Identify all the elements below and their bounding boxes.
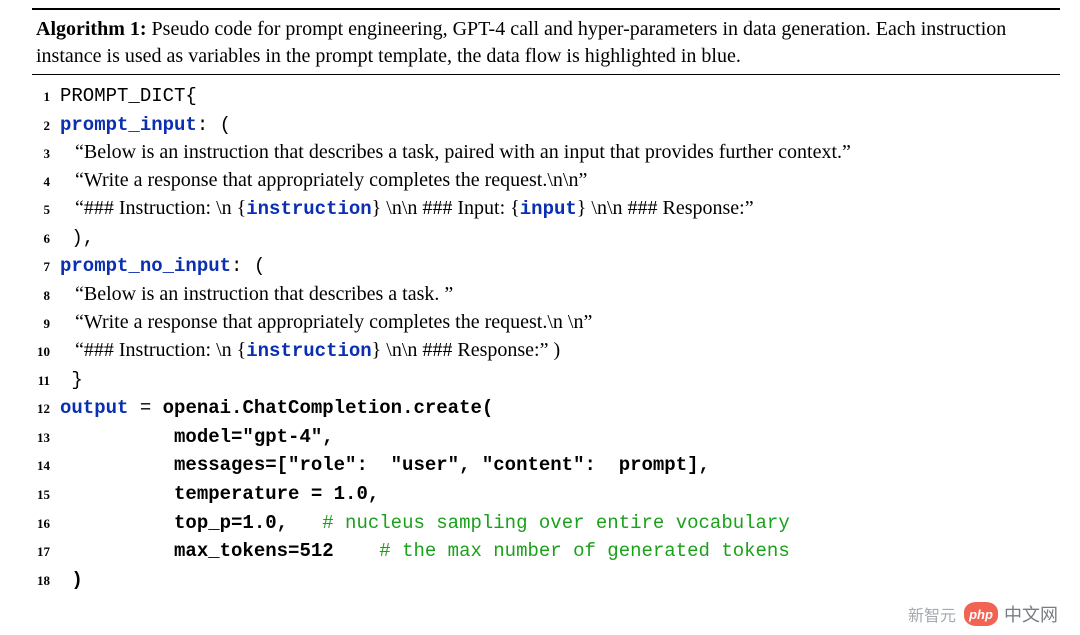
code: } — [60, 365, 1060, 394]
code-line: 16 top_p=1.0, # nucleus sampling over en… — [32, 508, 1060, 537]
line-number: 7 — [32, 258, 60, 276]
line-number: 3 — [32, 145, 60, 163]
code: “Below is an instruction that describes … — [60, 280, 1060, 308]
code-line: 5 “### Instruction: \n {instruction} \n\… — [32, 194, 1060, 223]
watermark: 新智元 php 中文网 — [908, 601, 1058, 627]
code: temperature = 1.0, — [60, 479, 1060, 508]
code: top_p=1.0, # nucleus sampling over entir… — [60, 508, 1060, 537]
algorithm-label: Algorithm 1: — [36, 18, 147, 40]
line-number: 1 — [32, 88, 60, 106]
code-line: 9 “Write a response that appropriately c… — [32, 308, 1060, 336]
code: ) — [60, 565, 1060, 594]
code-line: 12 output = openai.ChatCompletion.create… — [32, 393, 1060, 422]
line-number: 8 — [32, 287, 60, 305]
code: “Below is an instruction that describes … — [60, 138, 1060, 166]
code-line: 6 ), — [32, 223, 1060, 252]
code-line: 18 ) — [32, 565, 1060, 594]
code: prompt_no_input: ( — [60, 251, 1060, 280]
algorithm-caption: Algorithm 1: Pseudo code for prompt engi… — [36, 16, 1056, 70]
php-logo-icon: php — [964, 602, 998, 626]
pseudocode-block: 1 PROMPT_DICT{ 2 prompt_input: ( 3 “Belo… — [32, 81, 1060, 593]
line-number: 2 — [32, 117, 60, 135]
code: “### Instruction: \n {instruction} \n\n … — [60, 194, 1060, 223]
code: messages=["role": "user", "content": pro… — [60, 450, 1060, 479]
code: prompt_input: ( — [60, 110, 1060, 139]
code-line: 15 temperature = 1.0, — [32, 479, 1060, 508]
code-line: 1 PROMPT_DICT{ — [32, 81, 1060, 110]
code-line: 13 model="gpt-4", — [32, 422, 1060, 451]
code: ), — [60, 223, 1060, 252]
code: output = openai.ChatCompletion.create( — [60, 393, 1060, 422]
code-line: 10 “### Instruction: \n {instruction} \n… — [32, 336, 1060, 365]
line-number: 18 — [32, 572, 60, 590]
code: PROMPT_DICT{ — [60, 81, 1060, 110]
line-number: 17 — [32, 543, 60, 561]
watermark-left: 新智元 — [908, 602, 956, 626]
code-line: 3 “Below is an instruction that describe… — [32, 138, 1060, 166]
code: “Write a response that appropriately com… — [60, 308, 1060, 336]
algorithm-caption-text: Pseudo code for prompt engineering, GPT-… — [36, 18, 1006, 67]
line-number: 13 — [32, 429, 60, 447]
line-number: 6 — [32, 230, 60, 248]
line-number: 14 — [32, 457, 60, 475]
line-number: 16 — [32, 515, 60, 533]
code: max_tokens=512 # the max number of gener… — [60, 536, 1060, 565]
code: “Write a response that appropriately com… — [60, 166, 1060, 194]
line-number: 11 — [32, 372, 60, 390]
code-line: 8 “Below is an instruction that describe… — [32, 280, 1060, 308]
code-line: 14 messages=["role": "user", "content": … — [32, 450, 1060, 479]
code-line: 2 prompt_input: ( — [32, 110, 1060, 139]
page: Algorithm 1: Pseudo code for prompt engi… — [0, 0, 1080, 635]
code-line: 4 “Write a response that appropriately c… — [32, 166, 1060, 194]
code-line: 17 max_tokens=512 # the max number of ge… — [32, 536, 1060, 565]
code: “### Instruction: \n {instruction} \n\n … — [60, 336, 1060, 365]
line-number: 12 — [32, 400, 60, 418]
line-number: 9 — [32, 315, 60, 333]
code-line: 7 prompt_no_input: ( — [32, 251, 1060, 280]
code: model="gpt-4", — [60, 422, 1060, 451]
code-line: 11 } — [32, 365, 1060, 394]
line-number: 5 — [32, 201, 60, 219]
line-number: 4 — [32, 173, 60, 191]
line-number: 15 — [32, 486, 60, 504]
line-number: 10 — [32, 343, 60, 361]
algorithm-header-box: Algorithm 1: Pseudo code for prompt engi… — [32, 8, 1060, 75]
watermark-right: 中文网 — [1004, 601, 1058, 627]
